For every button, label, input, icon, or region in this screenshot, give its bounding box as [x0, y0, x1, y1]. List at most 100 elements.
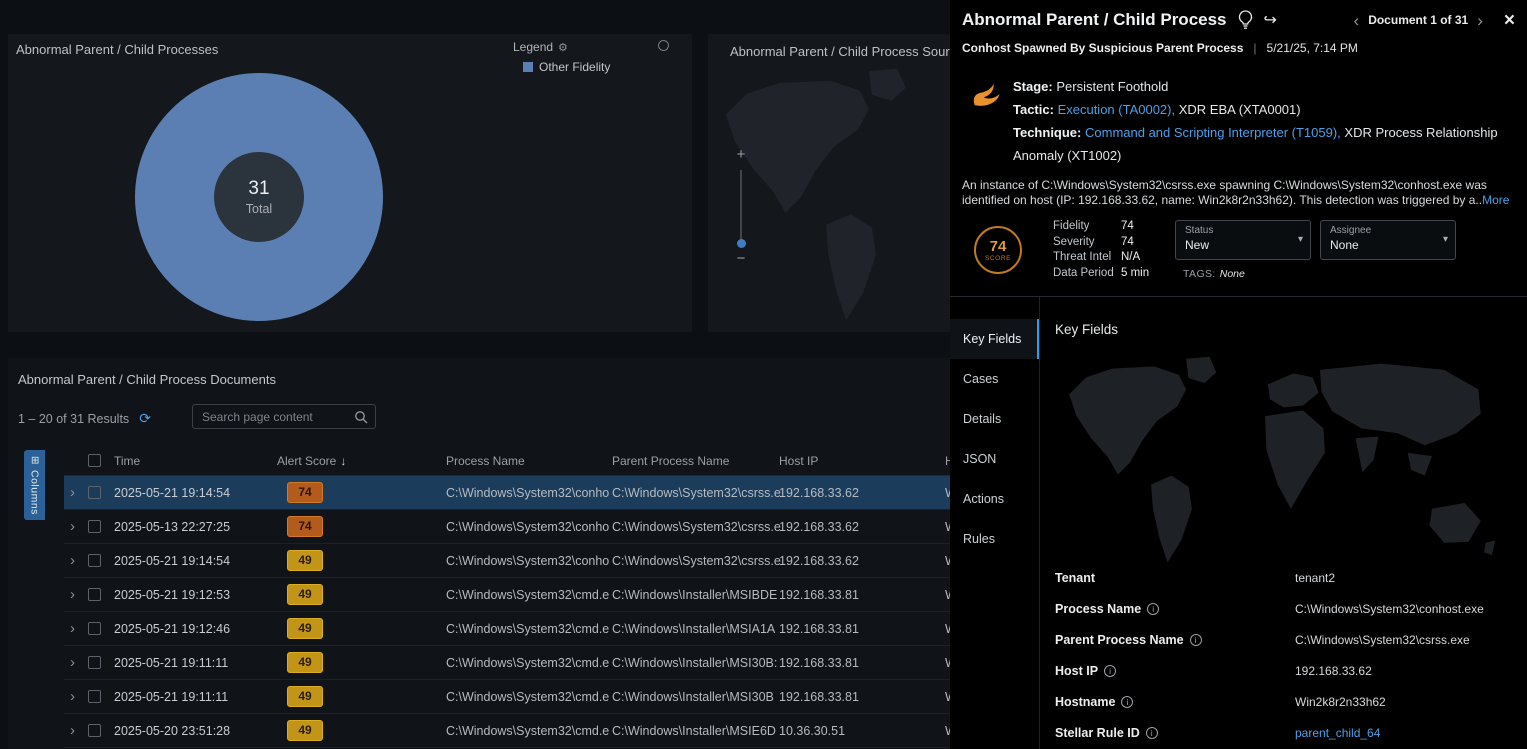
row-expand-icon[interactable]: ›: [64, 621, 88, 636]
row-expand-icon[interactable]: ›: [64, 689, 88, 704]
tab-rules[interactable]: Rules: [950, 519, 1039, 559]
row-checkbox[interactable]: [88, 554, 101, 567]
info-icon[interactable]: i: [1146, 727, 1158, 739]
alert-score-badge: 49: [287, 720, 323, 741]
legend-item-label: Other Fidelity: [539, 60, 610, 74]
info-icon[interactable]: i: [1147, 603, 1159, 615]
row-checkbox[interactable]: [88, 656, 101, 669]
cell-host-ip: 192.168.33.81: [779, 622, 945, 636]
assignee-dropdown-label: Assignee: [1330, 225, 1446, 236]
col-header-parent-process-name[interactable]: Parent Process Name: [612, 454, 779, 468]
row-checkbox[interactable]: [88, 690, 101, 703]
row-checkbox[interactable]: [88, 520, 101, 533]
cell-host-ip: 192.168.33.62: [779, 520, 945, 534]
stellar-rule-id-link[interactable]: parent_child_64: [1295, 726, 1517, 740]
legend-item[interactable]: Other Fidelity: [523, 60, 610, 74]
row-checkbox[interactable]: [88, 588, 101, 601]
donut-center-label: 31 Total: [134, 72, 384, 322]
technique-line: Technique: Command and Scripting Interpr…: [1013, 121, 1513, 167]
cell-parent-process-name: C:\Windows\Installer\MSIE6D: [612, 724, 779, 738]
cell-parent-process-name: C:\Windows\System32\csrss.e: [612, 486, 779, 500]
more-link[interactable]: More: [1482, 193, 1509, 207]
col-header-time[interactable]: Time: [114, 454, 277, 468]
col-header-host-ip[interactable]: Host IP: [779, 454, 945, 468]
tactic-link[interactable]: Execution (TA0002),: [1058, 102, 1176, 117]
prev-document-icon[interactable]: ‹: [1354, 12, 1360, 29]
col-header-process-name[interactable]: Process Name: [446, 454, 612, 468]
search-input[interactable]: [200, 409, 354, 425]
alert-score-badge: 74: [287, 516, 323, 537]
tags-line: TAGS:None: [1183, 268, 1245, 280]
alert-score-badge: 49: [287, 584, 323, 605]
row-expand-icon[interactable]: ›: [64, 655, 88, 670]
detail-tabs: Key Fields Cases Details JSON Actions Ru…: [950, 297, 1040, 749]
cell-process-name: C:\Windows\System32\cmd.e: [446, 622, 612, 636]
lightbulb-icon[interactable]: [1238, 10, 1253, 30]
zoom-in-button[interactable]: +: [732, 146, 750, 164]
info-icon[interactable]: i: [1121, 696, 1133, 708]
row-checkbox[interactable]: [88, 724, 101, 737]
zoom-slider[interactable]: [740, 170, 742, 244]
alert-score-badge: 49: [287, 686, 323, 707]
results-count: 1 – 20 of 31 Results: [18, 412, 129, 426]
alert-timestamp: 5/21/25, 7:14 PM: [1267, 41, 1358, 55]
cell-time: 2025-05-20 23:51:28: [114, 724, 277, 738]
row-expand-icon[interactable]: ›: [64, 587, 88, 602]
search-icon[interactable]: [354, 410, 368, 424]
cell-parent-process-name: C:\Windows\Installer\MSI30B: [612, 690, 779, 704]
tab-details[interactable]: Details: [950, 399, 1039, 439]
cell-host-ip: 192.168.33.81: [779, 588, 945, 602]
score-value: 74: [990, 239, 1007, 254]
row-expand-icon[interactable]: ›: [64, 485, 88, 500]
info-icon[interactable]: i: [1190, 634, 1202, 646]
field-stellar-rule-id: Stellar Rule IDi parent_child_64: [1055, 717, 1517, 748]
donut-chart[interactable]: 31 Total: [134, 72, 384, 322]
alert-subtitle: Conhost Spawned By Suspicious Parent Pro…: [962, 41, 1243, 55]
key-fields-map: [1040, 352, 1527, 568]
zoom-slider-handle[interactable]: [737, 239, 746, 248]
row-expand-icon[interactable]: ›: [64, 553, 88, 568]
tab-content-title: Key Fields: [1055, 322, 1118, 337]
row-expand-icon[interactable]: ›: [64, 723, 88, 738]
tactic-line: Tactic: Execution (TA0002), XDR EBA (XTA…: [1013, 98, 1513, 121]
status-dropdown[interactable]: Status New ▾: [1175, 220, 1311, 260]
row-expand-icon[interactable]: ›: [64, 519, 88, 534]
cell-host-ip: 192.168.33.62: [779, 554, 945, 568]
cell-time: 2025-05-21 19:12:53: [114, 588, 277, 602]
field-host-ip: Host IPi 192.168.33.62: [1055, 655, 1517, 686]
next-document-icon[interactable]: ›: [1477, 12, 1483, 29]
chevron-down-icon: ▾: [1443, 234, 1448, 245]
zoom-out-button[interactable]: −: [732, 250, 750, 268]
legend-swatch: [523, 62, 533, 72]
columns-button[interactable]: ⊞ Columns: [24, 450, 45, 520]
cell-parent-process-name: C:\Windows\Installer\MSI30B:: [612, 656, 779, 670]
row-checkbox[interactable]: [88, 486, 101, 499]
chart-legend: Legend ⚙ Other Fidelity: [513, 40, 610, 74]
stage-info: Stage: Persistent Foothold Tactic: Execu…: [1013, 75, 1513, 167]
technique-link[interactable]: Command and Scripting Interpreter (T1059…: [1085, 125, 1341, 140]
search-box[interactable]: [192, 404, 376, 429]
table-columns-icon: ⊞: [29, 456, 40, 465]
gear-icon[interactable]: ⚙: [558, 41, 568, 54]
assignee-dropdown[interactable]: Assignee None ▾: [1320, 220, 1456, 260]
documents-panel-title: Abnormal Parent / Child Process Document…: [18, 372, 276, 387]
row-checkbox[interactable]: [88, 622, 101, 635]
col-header-alert-score[interactable]: Alert Score↓: [277, 454, 446, 468]
assignee-dropdown-value: None: [1330, 238, 1446, 252]
select-all-checkbox[interactable]: [88, 454, 101, 467]
tab-cases[interactable]: Cases: [950, 359, 1039, 399]
close-icon[interactable]: ×: [1504, 11, 1515, 30]
tags-value: None: [1220, 268, 1245, 280]
document-counter: Document 1 of 31: [1368, 13, 1468, 27]
tab-json[interactable]: JSON: [950, 439, 1039, 479]
info-icon[interactable]: i: [1104, 665, 1116, 677]
cell-time: 2025-05-21 19:14:54: [114, 486, 277, 500]
tab-key-fields[interactable]: Key Fields: [950, 319, 1039, 359]
cell-host-ip: 10.36.30.51: [779, 724, 945, 738]
share-icon[interactable]: ↪: [1264, 10, 1277, 30]
legend-title: Legend: [513, 40, 553, 54]
refresh-icon[interactable]: ⟳: [139, 410, 151, 427]
alert-score-badge: 49: [287, 652, 323, 673]
tab-actions[interactable]: Actions: [950, 479, 1039, 519]
circle-icon[interactable]: [658, 40, 669, 51]
